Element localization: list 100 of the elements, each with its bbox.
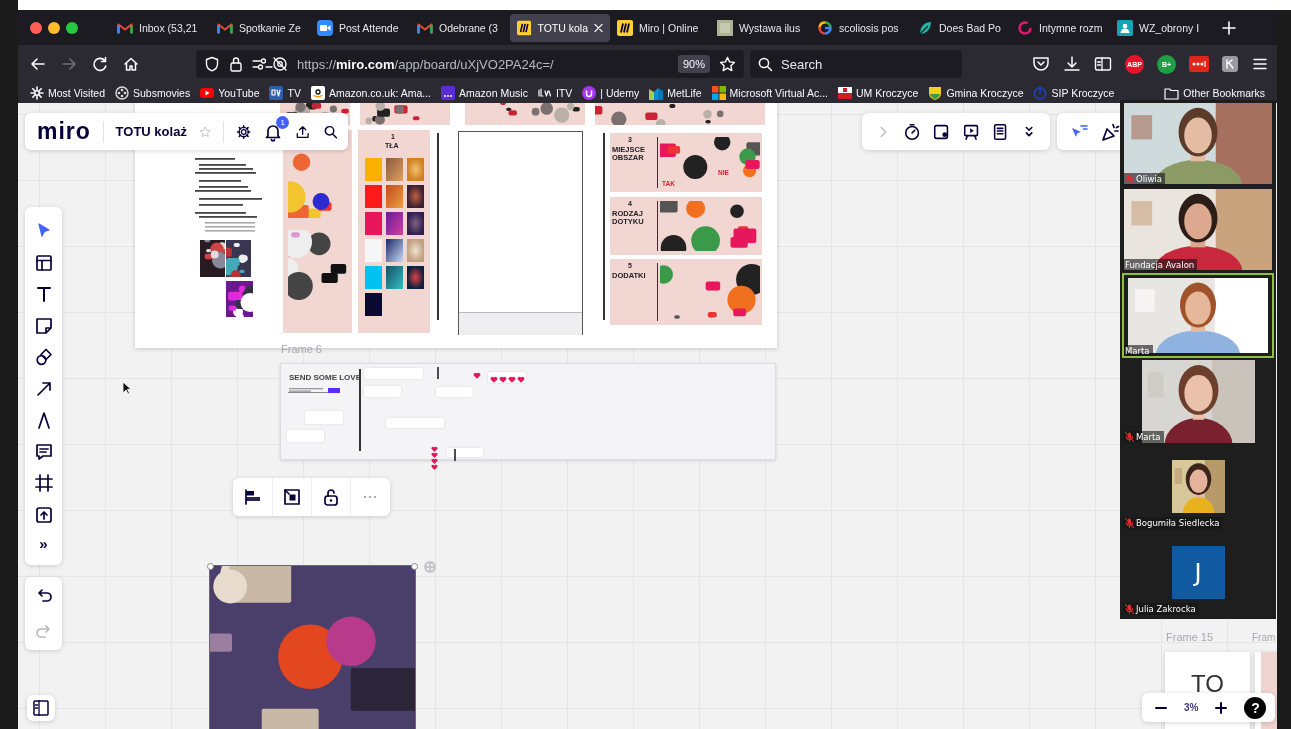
bookmark-link[interactable]: MetLife [649,86,702,100]
site-icon [115,86,129,100]
site-icon [582,86,597,100]
site-icon [717,19,733,36]
browser-tab[interactable]: Post Attende [310,13,410,42]
frame-icon[interactable] [33,473,54,493]
participant-name: Fundacja Avalon [1125,260,1195,270]
reload-icon[interactable] [92,56,108,72]
site-icon [711,86,726,100]
heart-icon [473,372,481,380]
upload-icon[interactable] [33,504,54,525]
layout-icon[interactable] [33,252,54,273]
resize-handle[interactable] [207,563,214,570]
panel-icon [32,699,50,717]
participant-name: Julia Zakrocka [1136,604,1196,614]
sidebar-icon[interactable] [1094,55,1112,73]
bookmark-link[interactable]: Most Visited [30,86,105,100]
site-icon [537,86,552,100]
window-control-button[interactable] [30,21,42,34]
shield-icon[interactable] [204,56,220,72]
panel-button[interactable] [27,695,55,721]
comment-icon[interactable] [33,441,54,462]
browser-tab[interactable]: TOTU kola [510,13,610,42]
browser-tab[interactable]: scoliosis pos [810,13,910,42]
zoom-level-badge[interactable]: 90% [677,55,710,73]
extension-icon[interactable] [1189,56,1209,72]
extension-icon[interactable] [1222,56,1238,72]
window-control-button[interactable] [66,21,78,34]
bookmark-link[interactable]: SIP Kroczyce [1033,86,1115,100]
bookmark-link[interactable]: TV [269,86,301,100]
search-field[interactable]: Search [750,50,962,78]
shapes-icon[interactable] [33,347,54,367]
window-control-button[interactable] [48,21,60,34]
timer-icon[interactable] [903,121,922,142]
pocket-icon[interactable] [1032,55,1050,73]
back-arrow-icon[interactable] [30,56,46,72]
bookmark-link[interactable]: UM Kroczyce [838,86,919,100]
site-icon [1033,86,1048,100]
help-button[interactable]: ? [1244,696,1267,719]
align-icon[interactable] [242,487,263,507]
mouse-pointer-icon [122,381,132,395]
browser-tab[interactable]: Intymne rozm [1010,13,1110,42]
note-card [447,448,483,457]
bookmark-link[interactable]: Microsoft Virtual Ac... [711,86,828,100]
site-icon [517,19,532,36]
address-field[interactable]: https://miro.com/app/board/uXjVO2PA24c=/ 90% [196,50,744,78]
participant-name: Oliwia [1136,174,1162,184]
zoom-level[interactable]: 3% [1184,702,1199,713]
bookmark-folder[interactable]: Other Bookmarks [1164,86,1265,100]
frame-label: Frame 6 [281,343,322,355]
sticky-note-icon[interactable] [33,315,54,336]
site-icon [310,86,325,100]
plus-icon[interactable] [1214,700,1229,715]
site-icon [1117,19,1133,36]
frame-fit-icon[interactable] [282,487,302,507]
resize-handle[interactable] [411,563,418,570]
tag-chip [328,388,340,393]
browser-tab[interactable]: Miro | Online [610,13,710,42]
board-title[interactable]: TOTU kolaż [115,124,187,139]
site-icon [917,19,933,36]
permissions-icon[interactable] [252,56,288,72]
bookmark-link[interactable]: Subsmovies [115,86,191,100]
app-logo[interactable]: miro [37,118,91,145]
site-icon [30,86,44,100]
bookmark-link[interactable]: YouTube [200,86,260,100]
site-icon [817,19,833,36]
url-text: https://miro.com/app/board/uXjVO2PA24c=/ [297,56,555,72]
more-tools-button[interactable]: » [39,536,48,551]
site-icon [200,86,215,100]
new-tab-icon[interactable] [1222,20,1236,35]
bookmark-link[interactable]: ITV [537,86,573,100]
download-icon[interactable] [1063,55,1081,73]
site-icon [617,19,633,36]
party-popper-icon[interactable] [1100,121,1120,142]
browser-tab[interactable]: Spotkanie Ze [210,13,310,42]
browser-tab[interactable]: Does Bad Po [910,13,1010,42]
browser-tab[interactable]: Odebrane (3 [410,13,510,42]
avatar-initial: J [1171,546,1225,599]
bookmark-link[interactable]: Amazon.co.uk: Ama... [310,86,432,100]
notification-badge: 1 [276,115,290,129]
browser-tab[interactable]: Inbox (53,21 [110,13,210,42]
site-icon [838,86,852,100]
bookmark-link[interactable]: | Udemy [582,86,640,100]
participant-name: Bogumiła Siedlecka [1136,518,1220,528]
unlocked-lock-icon[interactable] [321,487,341,507]
text-lines-drawing [289,388,323,392]
frame-label: Fram [1252,632,1276,643]
browser-tab[interactable]: Wystawa ilus [710,13,810,42]
bookmark-link[interactable]: Amazon Music [441,86,528,100]
participant-name: Marta [1136,432,1161,442]
close-icon[interactable] [594,22,603,33]
site-icon [928,86,943,100]
home-icon[interactable] [123,56,139,72]
site-icon [649,86,664,100]
lock-icon[interactable] [229,56,243,72]
search-icon [758,56,773,72]
site-icon [1017,19,1033,36]
browser-tab[interactable]: WZ_obrony I [1110,13,1210,42]
bookmark-star-icon[interactable] [719,55,736,73]
bookmark-link[interactable]: Gmina Kroczyce [928,86,1024,100]
